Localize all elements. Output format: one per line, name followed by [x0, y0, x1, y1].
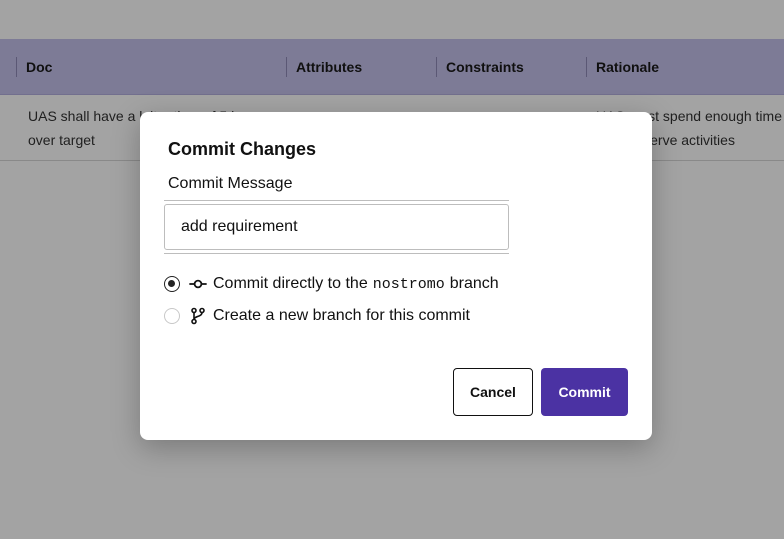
commit-message-label: Commit Message — [168, 175, 293, 192]
commit-button[interactable]: Commit — [541, 368, 628, 416]
commit-message-field-frame — [164, 200, 509, 254]
option-commit-direct[interactable]: Commit directly to the nostromo branch — [164, 272, 499, 296]
dialog-title: Commit Changes — [168, 139, 317, 159]
option-text: Commit directly to the — [213, 275, 368, 292]
radio-commit-direct[interactable] — [164, 276, 180, 292]
radio-new-branch[interactable] — [164, 308, 180, 324]
branch-name: nostromo — [372, 275, 445, 293]
option-text: branch — [449, 275, 499, 292]
option-new-branch[interactable]: Create a new branch for this commit — [164, 304, 470, 328]
commit-changes-dialog: Commit Changes Commit Message Commit dir… — [140, 112, 652, 440]
git-branch-icon — [189, 307, 207, 325]
option-text: Create a new branch for this commit — [213, 307, 470, 324]
git-commit-icon — [189, 275, 207, 293]
commit-message-input[interactable] — [164, 204, 509, 250]
cancel-button[interactable]: Cancel — [453, 368, 533, 416]
